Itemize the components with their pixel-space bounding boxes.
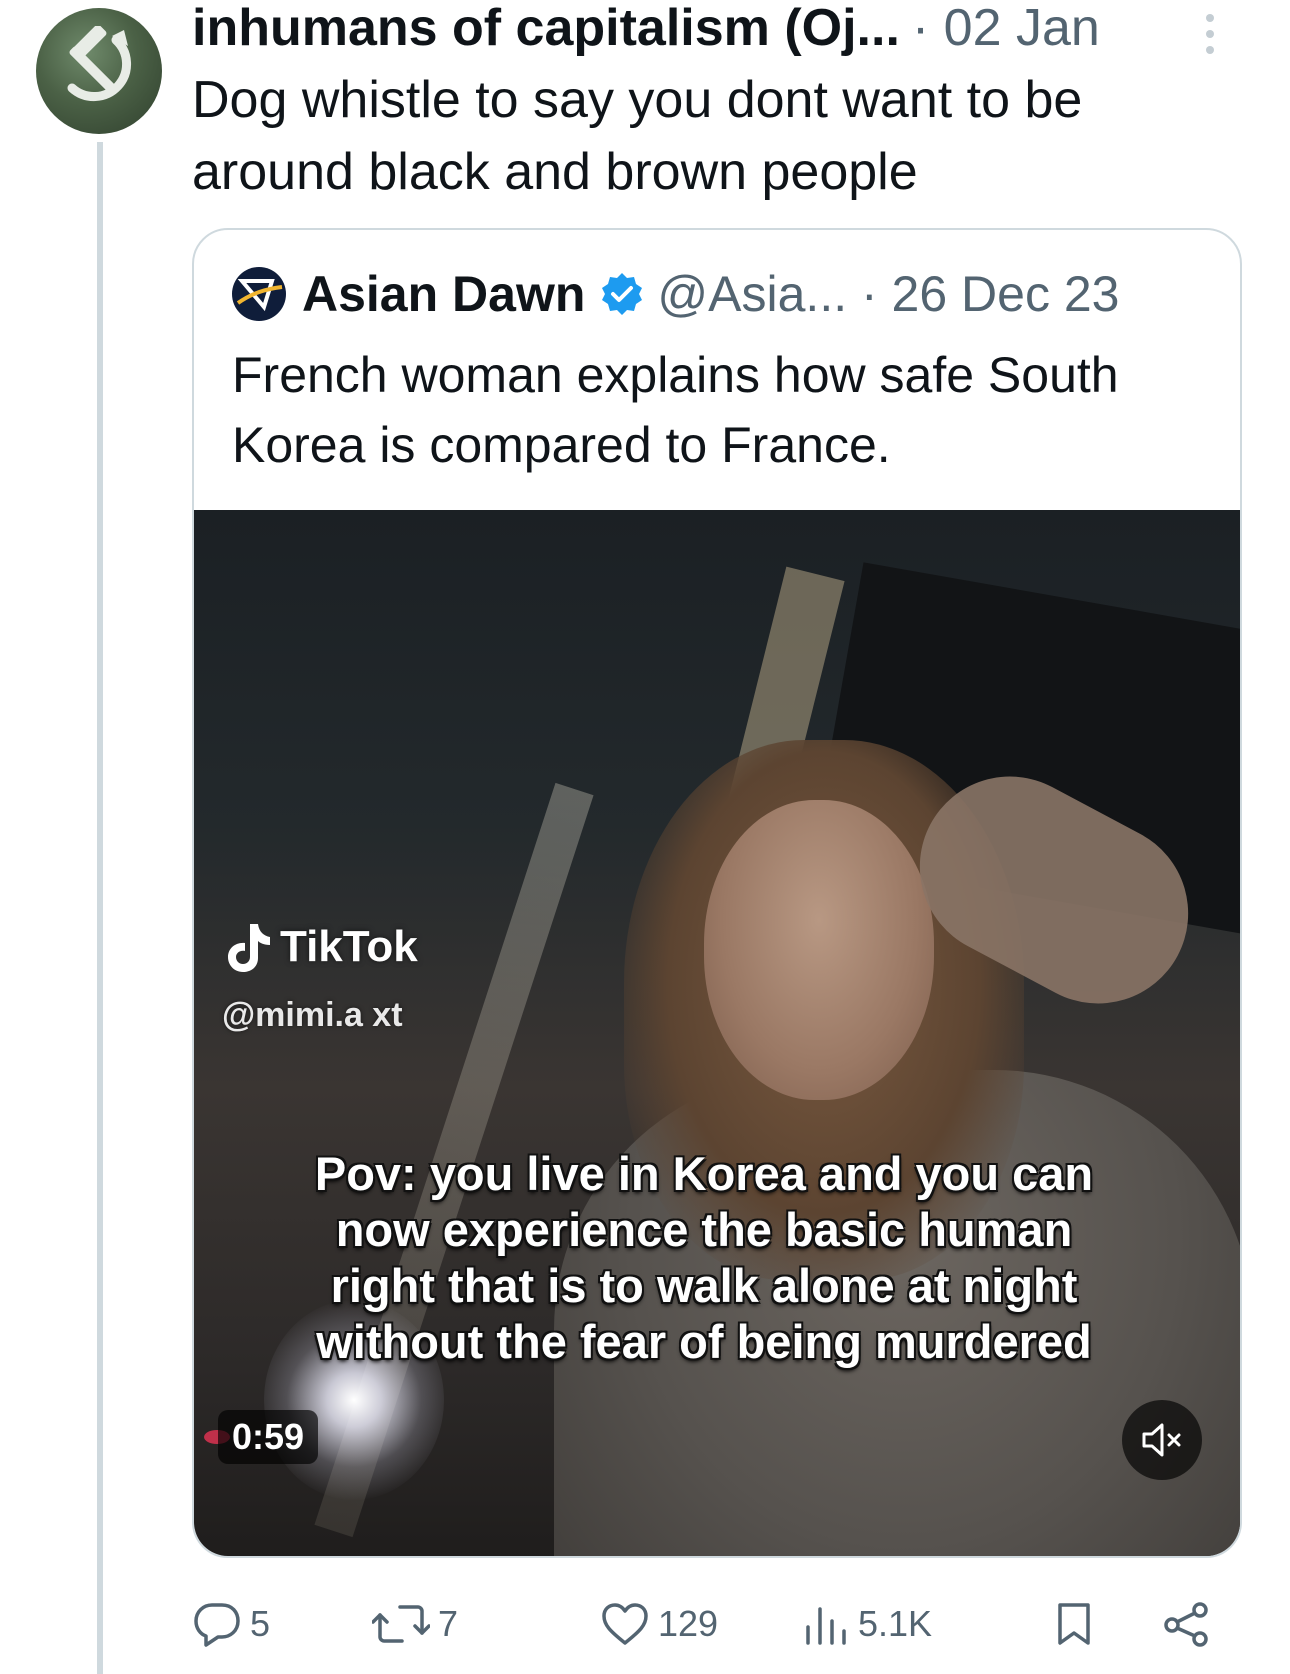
repost-button[interactable]: 7 xyxy=(372,1596,458,1652)
video-caption: Pov: you live in Korea and you can now e… xyxy=(314,1147,1094,1368)
tiktok-handle: @mimi.a xt xyxy=(222,996,403,1034)
video-player[interactable]: TikTok @mimi.a xt Pov: you live in Korea… xyxy=(194,510,1240,1556)
tweet-date[interactable]: · 02 Jan xyxy=(912,0,1100,58)
views-icon xyxy=(806,1607,846,1645)
reply-icon xyxy=(194,1603,240,1647)
thread-line xyxy=(97,142,103,1674)
quoted-meta[interactable]: @Asia... · 26 Dec 23 xyxy=(657,265,1119,323)
verified-badge-icon xyxy=(602,273,643,315)
video-scene-face xyxy=(704,800,934,1100)
video-duration: 0:59 xyxy=(218,1410,319,1464)
asian-dawn-logo-icon[interactable] xyxy=(232,267,286,321)
share-icon xyxy=(1164,1602,1208,1647)
tiktok-icon xyxy=(228,924,270,972)
views-count: 5.1K xyxy=(858,1603,933,1644)
author-name[interactable]: inhumans of capitalism (Oj... xyxy=(192,0,900,58)
more-icon[interactable] xyxy=(1200,14,1220,60)
quoted-text: French woman explains how safe South Kor… xyxy=(232,347,1119,473)
tweet-text: Dog whistle to say you dont want to be a… xyxy=(192,71,1083,201)
like-button[interactable]: 129 xyxy=(600,1596,718,1652)
quoted-author-name[interactable]: Asian Dawn xyxy=(302,265,585,323)
action-bar: 5 7 129 5.1K xyxy=(192,1596,1252,1652)
quoted-header: Asian Dawn @Asia... · 26 Dec 23 xyxy=(232,262,1119,326)
like-icon xyxy=(602,1603,648,1645)
like-count: 129 xyxy=(658,1603,719,1644)
bookmark-icon xyxy=(1058,1603,1090,1645)
avatar[interactable] xyxy=(36,8,162,134)
mute-icon xyxy=(1142,1423,1181,1457)
share-button[interactable] xyxy=(1162,1596,1220,1652)
repost-icon xyxy=(372,1605,430,1643)
repost-count: 7 xyxy=(438,1603,459,1644)
tweet-header: inhumans of capitalism (Oj... · 02 Jan xyxy=(192,0,1192,58)
reply-count: 5 xyxy=(250,1603,271,1644)
views-button[interactable]: 5.1K xyxy=(802,1596,932,1652)
bookmark-button[interactable] xyxy=(1054,1596,1102,1652)
tiktok-watermark: TikTok xyxy=(224,920,418,974)
hammer-sickle-icon xyxy=(67,26,132,102)
quoted-tweet[interactable]: Asian Dawn @Asia... · 26 Dec 23 French w… xyxy=(192,228,1242,1558)
mute-button[interactable] xyxy=(1122,1400,1202,1480)
tiktok-label: TikTok xyxy=(280,922,418,971)
reply-button[interactable]: 5 xyxy=(192,1596,270,1652)
